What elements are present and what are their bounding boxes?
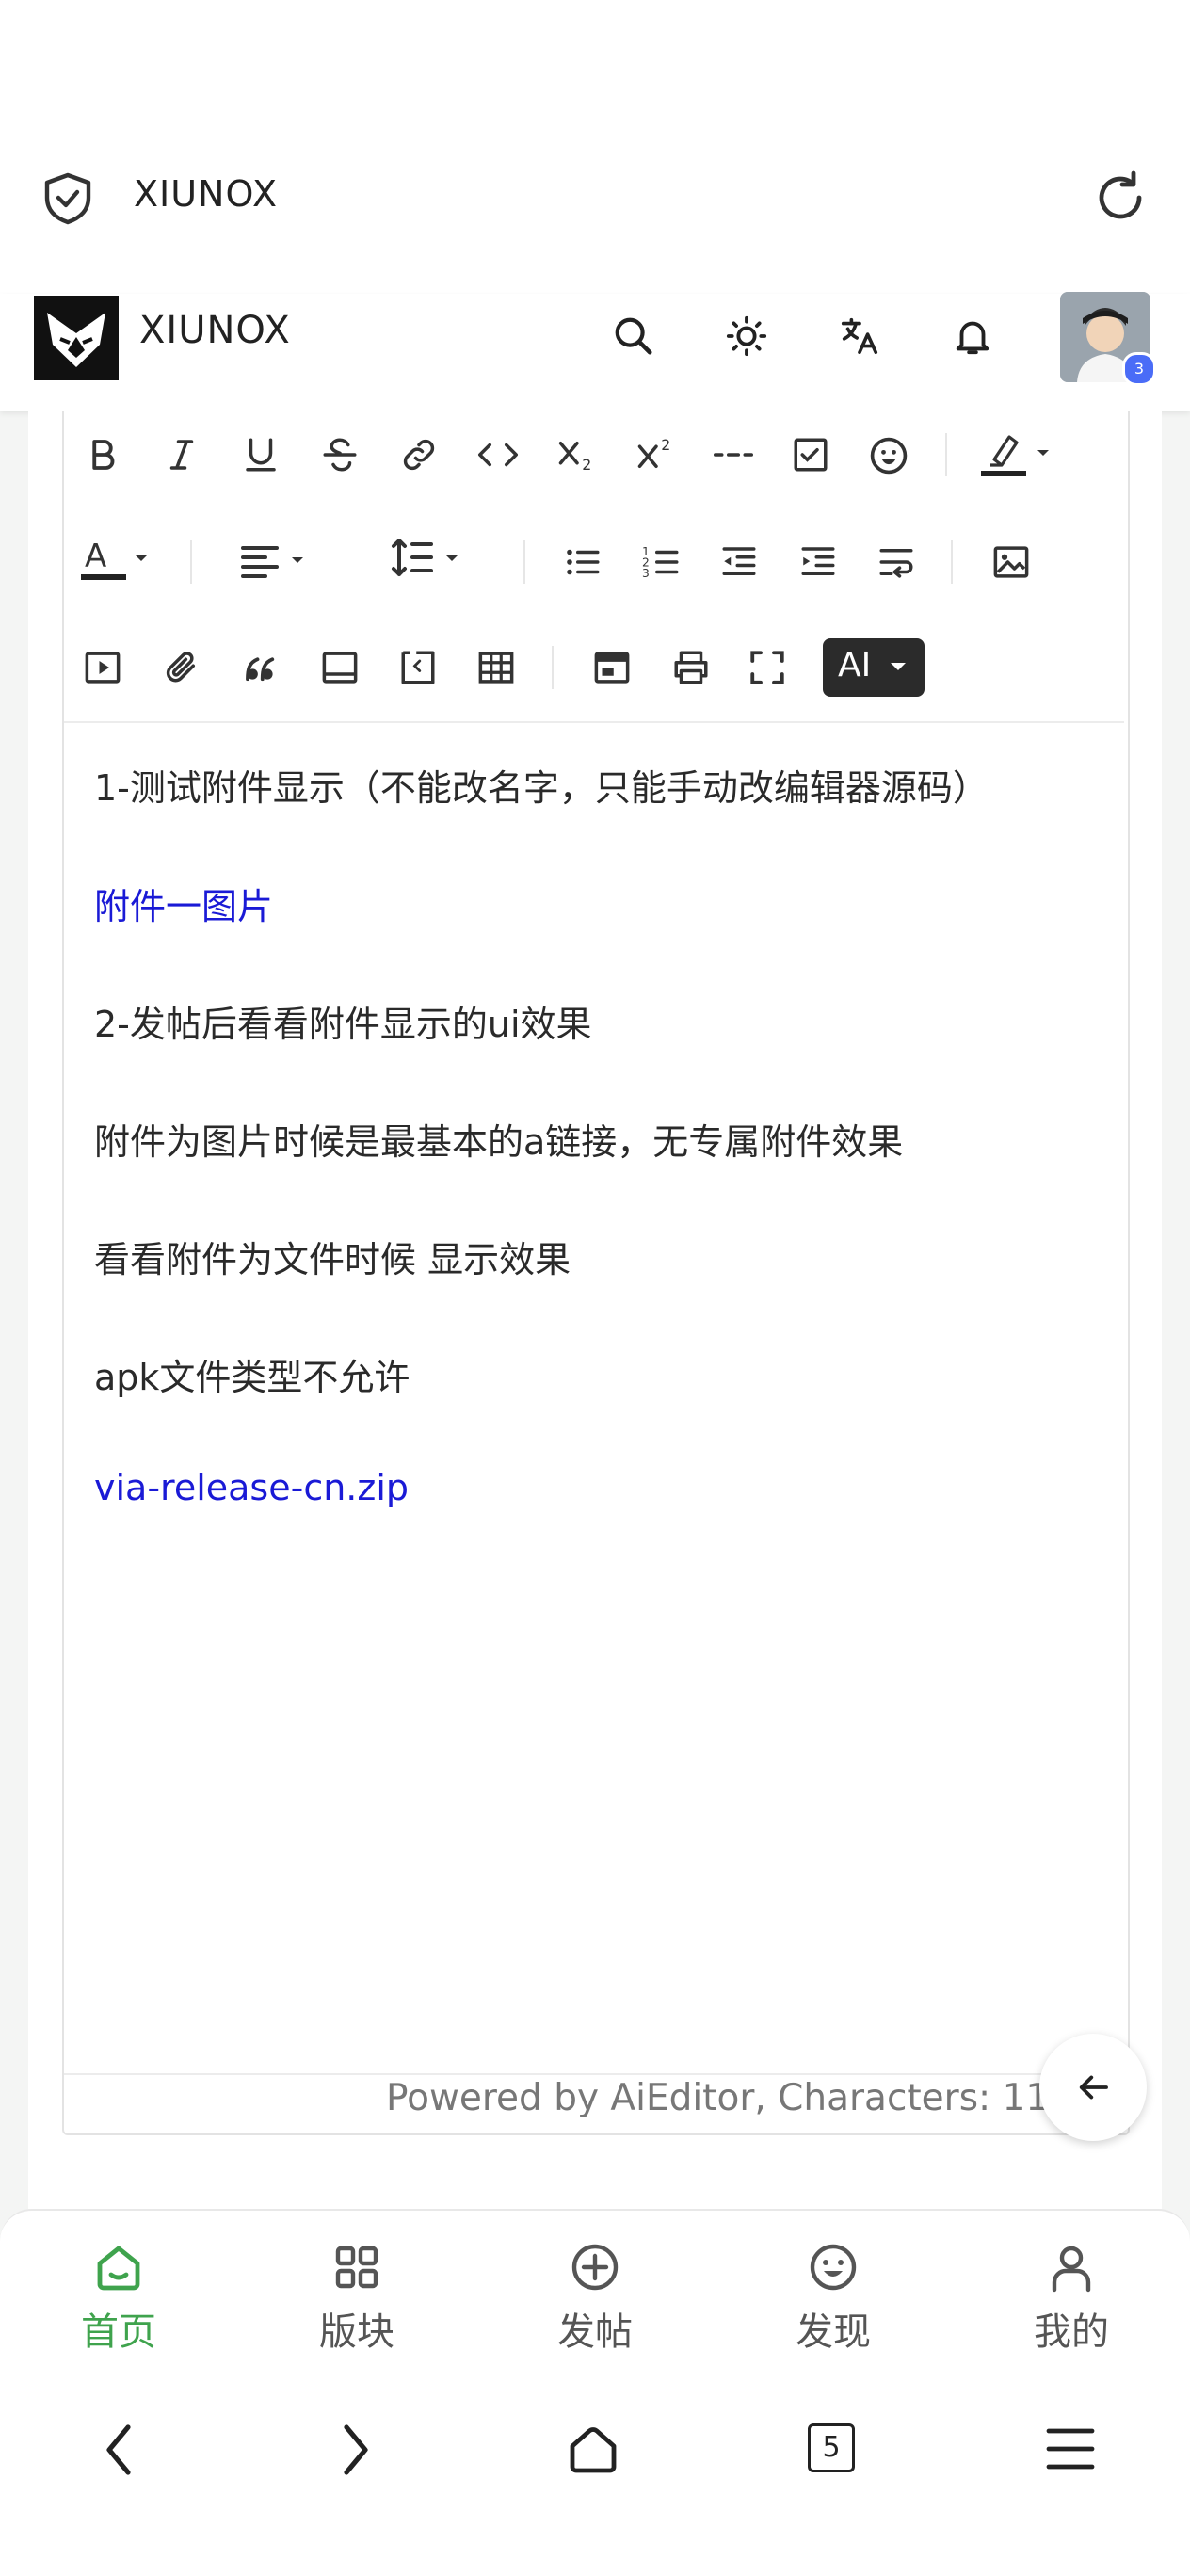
highlight-button[interactable] (979, 431, 1054, 478)
tab-me[interactable]: 我的 (996, 2241, 1147, 2356)
tab-discover[interactable]: 发现 (758, 2241, 909, 2356)
chevron-left-icon[interactable] (98, 2420, 139, 2480)
smile-icon (758, 2241, 909, 2294)
quote-button[interactable] (241, 648, 281, 687)
tabs-count-button[interactable]: 5 (808, 2423, 855, 2472)
brightness-icon[interactable] (725, 314, 768, 358)
browser-nav-bar (0, 2388, 1190, 2576)
subscript-button[interactable]: 2 (555, 435, 599, 475)
underline-button[interactable] (241, 435, 281, 475)
toolbar-separator (190, 540, 192, 584)
toolbar-separator (951, 540, 953, 584)
italic-button[interactable] (162, 435, 201, 475)
link-button[interactable] (399, 435, 439, 475)
superscript-button[interactable]: 2 (635, 435, 678, 475)
tab-label: 我的 (1034, 2310, 1109, 2354)
tab-label: 版块 (319, 2310, 394, 2354)
bullet-list-button[interactable] (563, 542, 603, 582)
plus-circle-icon (520, 2241, 670, 2294)
status-bar (0, 0, 1190, 160)
bell-icon[interactable] (951, 314, 994, 358)
chevron-right-icon[interactable] (335, 2420, 377, 2480)
home-icon[interactable] (565, 2422, 621, 2478)
tab-label: 首页 (81, 2310, 156, 2354)
image-button[interactable] (990, 542, 1032, 582)
avatar-badge: 3 (1122, 352, 1156, 386)
fullscreen-button[interactable] (748, 648, 787, 687)
content-paragraph[interactable]: 看看附件为文件时候 显示效果 (94, 1231, 571, 1282)
indent-button[interactable] (798, 542, 838, 582)
attachment-button[interactable] (162, 648, 201, 687)
menu-icon[interactable] (1045, 2425, 1096, 2472)
inline-code-button[interactable] (476, 435, 520, 475)
tab-sections[interactable]: 版块 (281, 2241, 432, 2356)
shield-check-icon[interactable] (41, 171, 94, 226)
table-button[interactable] (476, 648, 516, 687)
arrow-left-icon (1073, 2068, 1113, 2107)
svg-text:2: 2 (582, 456, 591, 474)
editor-footer-status: Powered by AiEditor, Characters: 11 (386, 2077, 1050, 2119)
bold-button[interactable] (83, 435, 122, 475)
svg-text:A: A (85, 538, 106, 575)
font-color-button[interactable]: A (79, 535, 160, 586)
editor-footer-divider (64, 2073, 1124, 2075)
chevron-down-icon (889, 659, 908, 674)
print-button[interactable] (670, 648, 712, 687)
reload-icon[interactable] (1092, 169, 1149, 226)
toolbar-separator (552, 646, 554, 689)
content-paragraph[interactable]: 1-测试附件显示（不能改名字，只能手动改编辑器源码） (94, 759, 989, 811)
line-height-button[interactable] (386, 539, 467, 582)
attachment-image-link[interactable]: 附件一图片 (94, 877, 273, 929)
search-icon[interactable] (612, 314, 655, 358)
line-break-button[interactable] (876, 542, 917, 582)
site-title[interactable]: XIUNOX (139, 309, 291, 352)
align-button[interactable] (239, 540, 314, 582)
svg-text:3: 3 (642, 567, 650, 580)
template-button[interactable] (591, 648, 633, 687)
translate-icon[interactable] (838, 314, 881, 358)
toolbar-separator (945, 433, 947, 476)
toolbar-divider (64, 721, 1124, 723)
strikethrough-button[interactable] (320, 435, 360, 475)
browser-page-title[interactable]: XIUNOX (134, 173, 278, 215)
attachment-file-link[interactable]: via-release-cn.zip (94, 1467, 409, 1508)
outdent-button[interactable] (719, 542, 759, 582)
tab-label: 发现 (796, 2310, 871, 2354)
content-paragraph[interactable]: 附件为图片时候是最基本的a链接，无专属附件效果 (94, 1113, 903, 1165)
tab-label: 发帖 (557, 2310, 633, 2354)
ordered-list-button[interactable]: 123 (642, 542, 682, 582)
home-icon (43, 2241, 194, 2294)
user-icon (996, 2241, 1147, 2294)
tab-home[interactable]: 首页 (43, 2241, 194, 2356)
code-block-button[interactable] (397, 648, 439, 687)
horizontal-rule-button[interactable] (712, 435, 755, 475)
content-paragraph[interactable]: apk文件类型不允许 (94, 1348, 410, 1400)
ai-button[interactable]: AI (823, 638, 925, 697)
container-button[interactable] (320, 648, 360, 687)
ai-button-label: AI (838, 646, 872, 684)
tab-post[interactable]: 发帖 (520, 2241, 670, 2356)
content-paragraph[interactable]: 2-发帖后看看附件显示的ui效果 (94, 995, 592, 1047)
back-button[interactable] (1039, 2034, 1147, 2141)
toolbar-separator (523, 540, 525, 584)
task-list-button[interactable] (791, 435, 830, 475)
emoji-button[interactable] (868, 435, 909, 476)
site-logo[interactable] (34, 296, 119, 380)
svg-text:2: 2 (661, 436, 670, 454)
grid-icon (281, 2241, 432, 2294)
video-button[interactable] (83, 648, 122, 687)
